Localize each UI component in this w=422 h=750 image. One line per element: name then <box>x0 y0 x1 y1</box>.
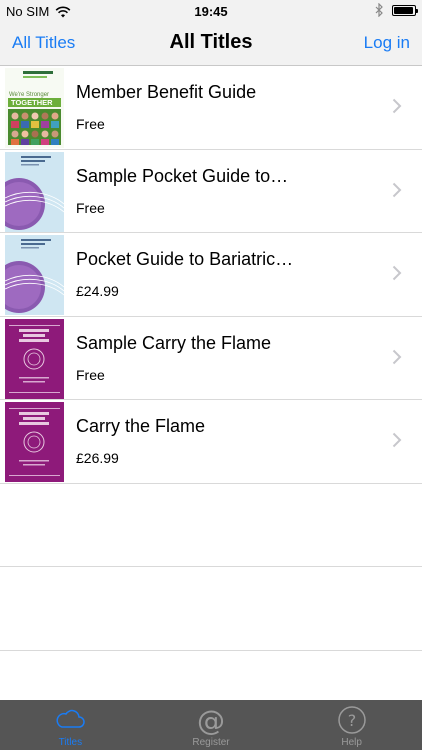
tab-label: Help <box>341 737 362 748</box>
title-name: Sample Pocket Guide to… <box>76 165 289 186</box>
empty-row <box>0 484 422 567</box>
chevron-right-icon <box>392 98 402 114</box>
empty-row <box>0 567 422 651</box>
svg-text:?: ? <box>347 711 356 730</box>
chevron-right-icon <box>392 265 402 281</box>
tab-titles[interactable]: Titles <box>0 700 141 750</box>
cover-thumbnail: We're Stronger TOGETHER <box>5 68 64 148</box>
title-row[interactable]: Sample Carry the Flame Free <box>0 316 422 400</box>
battery-fill <box>394 6 413 14</box>
tab-label: Titles <box>58 737 83 748</box>
carry-flame-cover-icon <box>5 318 64 399</box>
all-titles-back-button[interactable]: All Titles <box>12 33 75 53</box>
cover-thumbnail <box>5 318 64 399</box>
title-row[interactable]: Carry the Flame £26.99 <box>0 400 422 484</box>
svg-text:TOGETHER: TOGETHER <box>11 98 53 107</box>
title-price: Free <box>76 366 105 383</box>
chevron-right-icon <box>392 349 402 364</box>
member-guide-cover-icon: We're Stronger TOGETHER <box>5 68 64 148</box>
title-price: £26.99 <box>76 450 119 466</box>
cover-thumbnail <box>5 402 64 482</box>
tab-bar: Titles @ Register ? Help <box>0 700 422 750</box>
nav-bar: All Titles All Titles Log in <box>0 22 422 66</box>
tab-help[interactable]: ? Help <box>281 700 422 750</box>
status-bar: No SIM 19:45 <box>0 0 422 22</box>
title-row[interactable]: Pocket Guide to Bariatric… £24.99 <box>0 233 422 317</box>
chevron-right-icon <box>392 182 402 197</box>
help-icon: ? <box>337 706 366 734</box>
cloud-icon <box>56 709 86 728</box>
cover-thumbnail <box>5 235 64 315</box>
title-row[interactable]: We're Stronger TOGETHER Member Benefit G… <box>0 66 422 150</box>
title-price: £24.99 <box>76 283 119 299</box>
title-price: Free <box>76 116 105 132</box>
carry-flame-cover-icon <box>5 402 64 482</box>
battery-icon <box>392 4 418 16</box>
bluetooth-icon <box>375 3 383 17</box>
tab-register[interactable]: @ Register <box>141 700 282 750</box>
title-name: Member Benefit Guide <box>76 82 257 102</box>
tab-label: Register <box>192 737 230 748</box>
svg-text:@: @ <box>197 705 225 735</box>
titles-list: We're Stronger TOGETHER Member Benefit G… <box>0 66 422 651</box>
pocket-guide-cover-icon <box>5 151 64 232</box>
title-name: Pocket Guide to Bariatric… <box>76 249 294 269</box>
pocket-guide-cover-icon <box>5 235 64 315</box>
at-icon: @ <box>197 705 225 735</box>
cover-thumbnail <box>5 151 64 232</box>
title-price: Free <box>76 199 105 216</box>
log-in-button[interactable]: Log in <box>364 33 410 53</box>
status-time: 19:45 <box>194 4 228 19</box>
chevron-right-icon <box>392 432 402 448</box>
title-name: Carry the Flame <box>76 416 206 436</box>
title-name: Sample Carry the Flame <box>76 332 272 353</box>
status-right <box>375 3 418 17</box>
title-row[interactable]: Sample Pocket Guide to… Free <box>0 149 422 233</box>
